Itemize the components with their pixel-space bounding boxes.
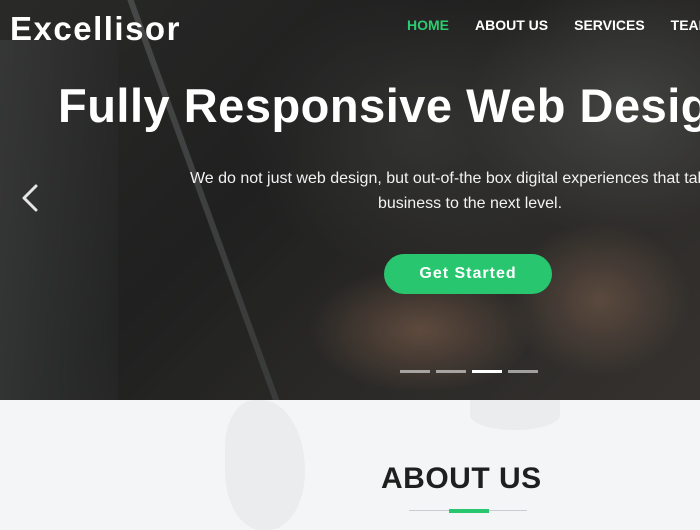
- slider-prev-button[interactable]: [18, 180, 42, 216]
- nav-item-home[interactable]: HOME: [407, 17, 449, 33]
- nav-item-services[interactable]: SERVICES: [574, 17, 645, 33]
- nav-item-about-us[interactable]: ABOUT US: [475, 17, 548, 33]
- world-map-background: [225, 400, 305, 530]
- hero-subtitle: We do not just web design, but out-of-th…: [160, 166, 700, 216]
- slider-indicators: [400, 370, 544, 373]
- about-title: ABOUT US: [381, 462, 542, 495]
- main-nav: HOME ABOUT US SERVICES TEAM: [407, 17, 700, 33]
- hero-subtitle-line-1: We do not just web design, but out-of-th…: [189, 170, 700, 187]
- slider-dot-4[interactable]: [508, 370, 538, 373]
- get-started-button[interactable]: Get Started: [384, 254, 552, 294]
- about-title-accent: [449, 509, 489, 513]
- about-section: ABOUT US: [0, 400, 700, 530]
- world-map-background-2: [470, 400, 560, 430]
- chevron-left-icon: [22, 184, 38, 212]
- hero-subtitle-line-2: business to the next level.: [377, 195, 563, 212]
- slider-dot-3[interactable]: [472, 370, 502, 373]
- site-logo[interactable]: Excellisor: [10, 10, 181, 48]
- slider-dot-2[interactable]: [436, 370, 466, 373]
- nav-item-team[interactable]: TEAM: [671, 17, 700, 33]
- hero-section: Excellisor HOME ABOUT US SERVICES TEAM F…: [0, 0, 700, 400]
- hero-title: Fully Responsive Web Design: [58, 79, 700, 132]
- slider-dot-1[interactable]: [400, 370, 430, 373]
